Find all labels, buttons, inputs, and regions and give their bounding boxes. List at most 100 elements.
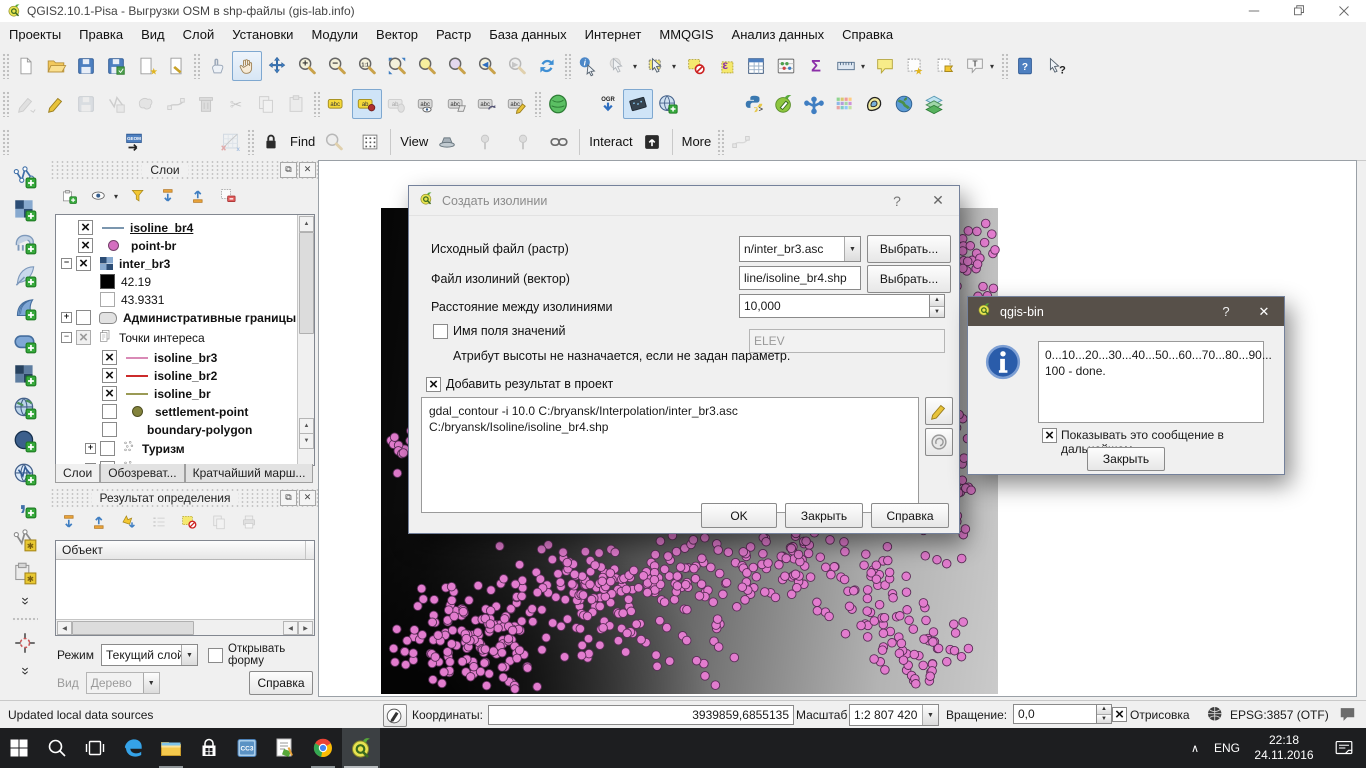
dialog-help-icon[interactable]: ? <box>877 193 917 209</box>
qgis-taskbar-button[interactable] <box>342 728 380 768</box>
menu-item-7[interactable]: Растр <box>427 24 480 45</box>
label-layer-button[interactable]: abc <box>322 89 352 119</box>
new-gpx-button[interactable]: ✱ <box>10 556 40 589</box>
collapse-expander[interactable]: − <box>61 258 72 269</box>
menu-item-6[interactable]: Вектор <box>367 24 427 45</box>
rotation-value[interactable]: 0,0 <box>1013 704 1097 724</box>
menu-item-0[interactable]: Проекты <box>0 24 70 45</box>
refresh-button[interactable] <box>532 51 562 81</box>
layer-checkbox[interactable] <box>102 386 117 401</box>
add-oracle-button[interactable] <box>10 325 40 358</box>
zoom-native-button[interactable]: 1:1 <box>352 51 382 81</box>
layer-visibility-dropdown-icon[interactable]: ▾ <box>114 192 123 201</box>
link-views-button[interactable] <box>544 127 574 157</box>
float-panel-button[interactable]: ⧉ <box>280 490 297 506</box>
label-balloon-button[interactable]: ab <box>382 89 412 119</box>
label-move-button[interactable]: abc <box>442 89 472 119</box>
render-checkbox[interactable] <box>1112 707 1127 722</box>
zoom-layer-button[interactable] <box>442 51 472 81</box>
add-result-checkbox[interactable] <box>426 377 441 392</box>
rotation-spinbox[interactable]: 0,0 ▲▼ <box>1013 704 1112 724</box>
menu-item-4[interactable]: Установки <box>223 24 302 45</box>
crosshair-tool-button[interactable] <box>10 626 40 659</box>
coordinates-input[interactable]: 3939859,6855135 <box>488 705 794 725</box>
layer-stack-button[interactable] <box>919 89 949 119</box>
text-annotation-dropdown-icon[interactable]: ▾ <box>990 62 999 71</box>
notes-taskbar-button[interactable] <box>266 728 304 768</box>
language-indicator[interactable]: ENG <box>1208 728 1246 768</box>
add-spatialite-button[interactable] <box>10 259 40 292</box>
layer-row-isoline_br[interactable]: isoline_br <box>56 386 314 401</box>
chrome-taskbar-button[interactable] <box>304 728 342 768</box>
mouse-coordinates-icon[interactable] <box>383 704 407 727</box>
toolbar-handle[interactable] <box>247 129 254 155</box>
reset-command-button[interactable] <box>925 428 953 456</box>
processing-button[interactable] <box>799 89 829 119</box>
results-column-header[interactable]: Объект <box>56 541 314 560</box>
layer-visibility-button[interactable] <box>84 181 114 211</box>
save-project-button[interactable] <box>71 51 101 81</box>
menu-item-11[interactable]: Анализ данных <box>723 24 834 45</box>
spin-down-icon[interactable]: ▼ <box>930 307 944 318</box>
feature-action-dropdown-icon[interactable]: ▾ <box>633 62 642 71</box>
group-row-tourism[interactable]: + Туризм <box>56 440 314 457</box>
add-group-button[interactable] <box>54 181 84 211</box>
identify-button[interactable]: i <box>573 51 603 81</box>
tab-browser[interactable]: Обозреват... <box>100 464 184 483</box>
show-message-checkbox[interactable] <box>1042 428 1057 443</box>
task-view-taskbar-button[interactable] <box>76 728 114 768</box>
node-tool-button[interactable] <box>161 89 191 119</box>
expand-expander[interactable]: + <box>61 312 72 323</box>
nnjoin-button[interactable] <box>726 127 756 157</box>
attribute-table-button[interactable] <box>741 51 771 81</box>
layer-checkbox[interactable] <box>102 368 117 383</box>
menu-item-12[interactable]: Справка <box>833 24 902 45</box>
qgis-osm-button[interactable] <box>769 89 799 119</box>
interval-value[interactable]: 10,000 <box>739 294 930 318</box>
close-button[interactable] <box>1321 0 1366 22</box>
message-close-button[interactable]: Закрыть <box>1087 447 1165 471</box>
expand-expander[interactable]: + <box>85 443 96 454</box>
layer-checkbox[interactable] <box>76 310 91 325</box>
interact-button[interactable] <box>637 127 667 157</box>
message-close-icon[interactable]: ✕ <box>1244 304 1284 320</box>
float-panel-button[interactable]: ⧉ <box>280 162 297 178</box>
label-edit-button[interactable]: abc <box>502 89 532 119</box>
copy-features-button[interactable] <box>251 89 281 119</box>
log-messages-icon[interactable] <box>1338 705 1357 727</box>
filter-legend-button[interactable] <box>123 181 153 211</box>
collapse-all-button[interactable] <box>183 181 213 211</box>
save-project-as-button[interactable] <box>101 51 131 81</box>
zoom-next-button[interactable]: ▶ <box>502 51 532 81</box>
toolbar-handle[interactable] <box>193 53 200 79</box>
label-pin-button[interactable]: ab <box>352 89 382 119</box>
print-results-button[interactable] <box>234 507 264 537</box>
layer-checkbox[interactable] <box>78 238 93 253</box>
start-taskbar-button[interactable] <box>0 728 38 768</box>
lock-scale-button[interactable] <box>256 127 286 157</box>
map-tips-button[interactable] <box>870 51 900 81</box>
open-form-checkbox[interactable] <box>208 648 223 663</box>
layer-checkbox[interactable] <box>102 422 117 437</box>
globe-earth-button[interactable] <box>889 89 919 119</box>
collapse-expander[interactable]: − <box>61 332 72 343</box>
remove-layer-button[interactable] <box>213 181 243 211</box>
dialog-title-bar[interactable]: Создать изолинии ? ✕ <box>409 186 959 216</box>
python-console-button[interactable]: > <box>739 89 769 119</box>
explorer-taskbar-button[interactable] <box>152 728 190 768</box>
add-db2-button[interactable] <box>10 358 40 391</box>
crs-globe-icon[interactable] <box>1206 705 1225 727</box>
layer-row-isoline_br4[interactable]: isoline_br4 <box>56 220 314 235</box>
layer-row-boundary-polygon[interactable]: boundary-polygon <box>56 422 314 437</box>
select-features-dropdown-icon[interactable]: ▾ <box>672 62 681 71</box>
deselect-all-button[interactable] <box>681 51 711 81</box>
message-help-icon[interactable]: ? <box>1208 304 1244 319</box>
text-annotation-button[interactable]: T <box>960 51 990 81</box>
view-extent-button[interactable] <box>432 127 462 157</box>
osm-land-button[interactable] <box>543 89 573 119</box>
expand-all-button[interactable] <box>54 507 84 537</box>
layer-row-isoline_br2[interactable]: isoline_br2 <box>56 368 314 383</box>
toolbar-handle[interactable] <box>1001 53 1008 79</box>
layer-row-isoline_br3[interactable]: isoline_br3 <box>56 350 314 365</box>
field-name-checkbox[interactable] <box>433 324 448 339</box>
